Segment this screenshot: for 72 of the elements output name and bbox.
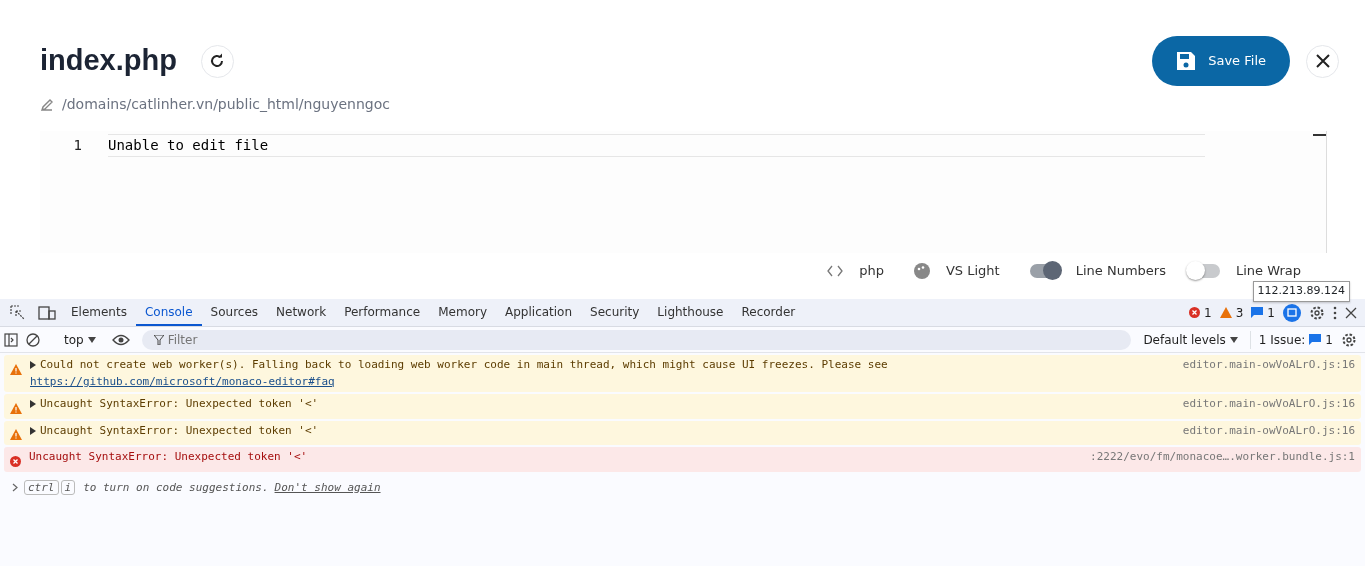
source-link[interactable]: editor.main-owVoALrO.js:16 xyxy=(1170,422,1355,443)
message-icon xyxy=(1309,334,1322,345)
caret-icon xyxy=(1229,336,1238,343)
code-line: Unable to edit file xyxy=(108,134,1205,157)
code-icon xyxy=(827,264,844,277)
save-file-button[interactable]: Save File xyxy=(1152,36,1290,86)
file-path: /domains/catlinher.vn/public_html/nguyenngoc xyxy=(62,95,390,114)
error-count[interactable]: 1 xyxy=(1204,303,1212,322)
clear-icon xyxy=(26,332,40,347)
reload-button[interactable] xyxy=(200,44,234,78)
issues-count[interactable]: 1 xyxy=(1325,330,1333,349)
toggle-switch[interactable] xyxy=(1029,263,1060,278)
key-cap: i xyxy=(60,479,76,495)
context-dropdown[interactable]: top xyxy=(64,330,96,349)
levels-dropdown[interactable]: Default levels xyxy=(1139,330,1242,349)
devtools-tab[interactable]: Elements xyxy=(62,299,136,326)
message-link[interactable]: https://github.com/microsoft/monaco-editor#faq xyxy=(30,374,335,388)
warning-count[interactable]: 3 xyxy=(1235,303,1244,322)
scrollbar-mark xyxy=(1313,134,1326,136)
feedback-icon xyxy=(1283,303,1301,322)
devtools-tab[interactable]: Network xyxy=(267,299,336,326)
devtools-tab[interactable]: Lighthouse xyxy=(648,299,733,326)
toggle-switch[interactable] xyxy=(1189,263,1220,278)
warning-icon xyxy=(10,402,22,414)
warning-icon xyxy=(1219,307,1232,318)
devtools-tab[interactable]: Security xyxy=(581,299,649,326)
device-icon xyxy=(38,304,56,321)
key-cap: ctrl xyxy=(24,479,59,495)
suggestion-text: to turn on code suggestions. xyxy=(83,479,269,496)
toggle-label: Line Wrap xyxy=(1235,262,1301,280)
warning-icon xyxy=(10,363,22,375)
inspect-icon xyxy=(10,304,26,321)
message-text: Uncaught SyntaxError: Unexpected token '<' xyxy=(40,396,319,412)
sidebar-icon xyxy=(4,332,18,347)
issues-label[interactable]: 1 Issue: xyxy=(1258,330,1306,349)
message-icon xyxy=(1251,307,1264,318)
devtools-tab[interactable]: Sources xyxy=(201,299,268,326)
reload-icon xyxy=(209,53,226,69)
devtools-tab[interactable]: Console xyxy=(135,299,202,326)
devtools-tab[interactable]: Application xyxy=(496,299,582,326)
line-number: 1 xyxy=(72,136,83,155)
devtools-tab[interactable]: Recorder xyxy=(732,299,805,326)
language-label[interactable]: php xyxy=(859,261,884,281)
settings-icon xyxy=(1309,304,1325,321)
error-icon xyxy=(10,455,21,467)
palette-icon xyxy=(913,262,930,279)
close-button[interactable] xyxy=(1306,44,1339,78)
pencil-icon xyxy=(40,97,54,112)
devtools-tab[interactable]: Memory xyxy=(429,299,496,326)
tooltip: 112.213.89.124 xyxy=(1252,281,1350,302)
error-icon xyxy=(1189,307,1201,318)
dismiss-link[interactable]: Don't show again xyxy=(274,479,381,496)
message-text: Uncaught SyntaxError: Unexpected token '<' xyxy=(40,422,319,439)
close-icon xyxy=(1345,306,1357,319)
warning-icon xyxy=(10,429,22,440)
eye-icon xyxy=(111,333,130,346)
settings-icon xyxy=(1341,331,1357,348)
info-count[interactable]: 1 xyxy=(1267,303,1275,322)
prompt-icon xyxy=(12,483,18,493)
source-link[interactable]: editor.main-owVoALrO.js:16 xyxy=(1170,396,1355,417)
filter-field[interactable]: Filter xyxy=(141,329,1132,350)
theme-label[interactable]: VS Light xyxy=(945,261,1000,281)
devtools-tab[interactable]: Performance xyxy=(335,299,430,326)
toggle-label: Line Numbers xyxy=(1075,262,1166,280)
more-icon xyxy=(1333,305,1337,320)
source-link[interactable]: editor.main-owVoALrO.js:16 xyxy=(1170,357,1355,390)
file-title: index.php xyxy=(40,43,177,79)
caret-icon xyxy=(87,336,96,343)
message-text: Uncaught SyntaxError: Unexpected token '<' xyxy=(29,449,308,465)
close-icon xyxy=(1315,54,1330,68)
message-text: Could not create web worker(s). Falling back to loading web worker code in main thread, which might cause UI freezes. Please see xyxy=(40,357,888,373)
source-link[interactable]: :2222/evo/fm/monacoe….worker.bundle.js:1 xyxy=(1078,449,1355,470)
